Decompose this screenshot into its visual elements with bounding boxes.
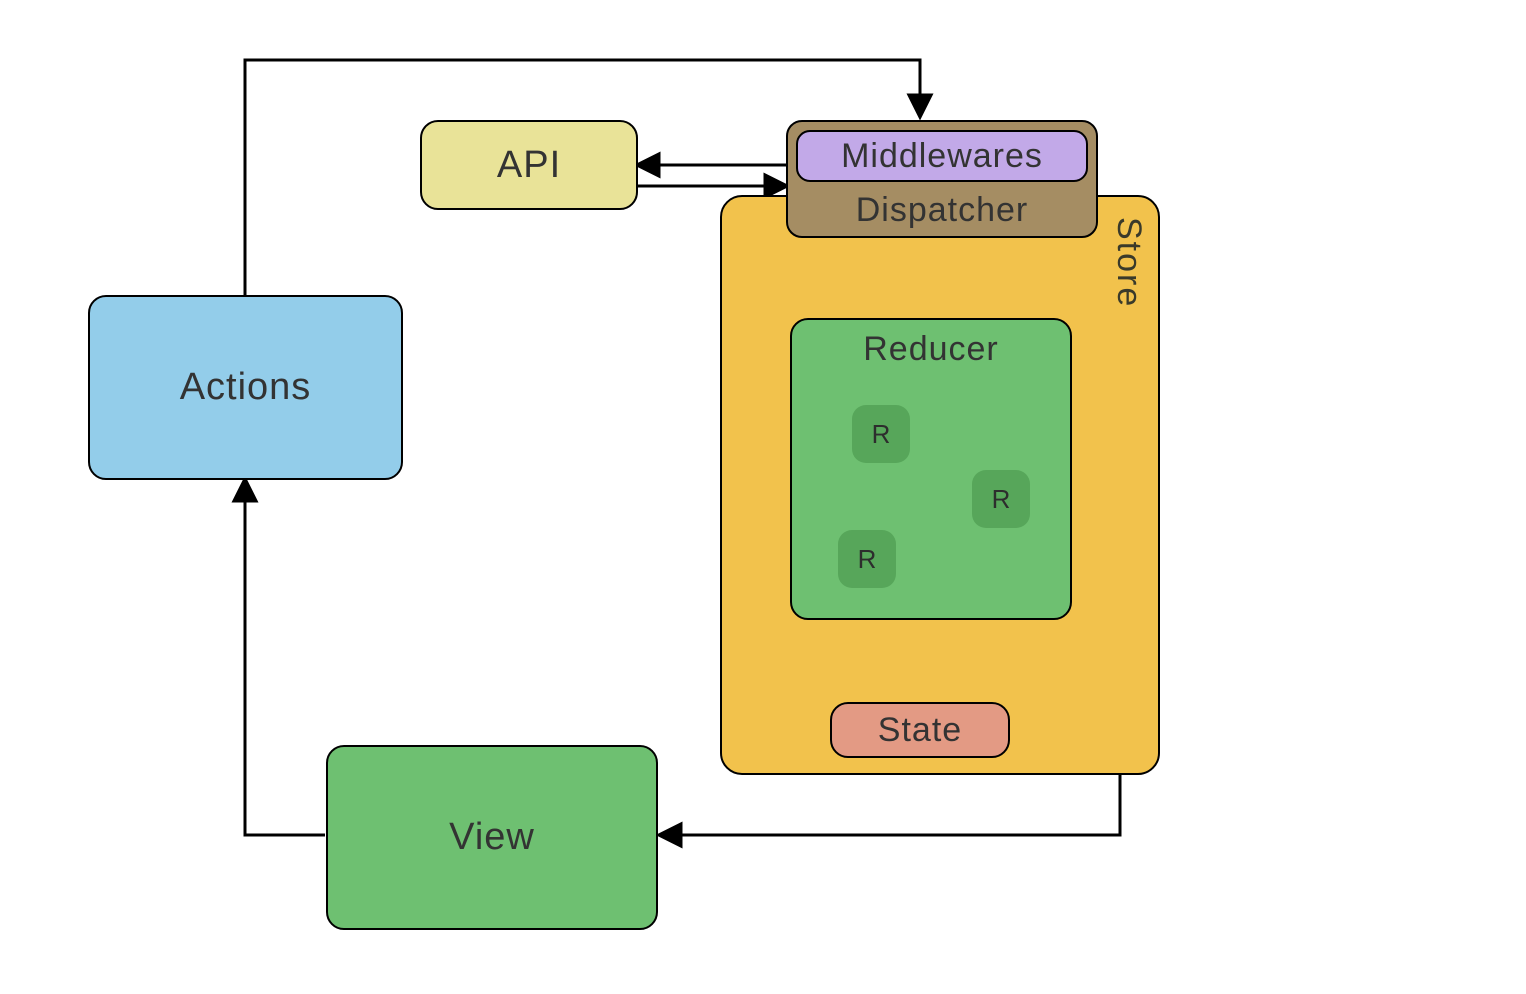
reducer-child-3: R (838, 530, 896, 588)
actions-label: Actions (180, 366, 312, 409)
reducer-child-1: R (852, 405, 910, 463)
view-box: View (326, 745, 658, 930)
state-box: State (830, 702, 1010, 758)
api-box: API (420, 120, 638, 210)
reducer-box: Reducer R R R (790, 318, 1072, 620)
reducer-child-1-label: R (872, 419, 891, 450)
store-label: Store (1109, 217, 1148, 308)
reducer-child-2-label: R (992, 484, 1011, 515)
reducer-child-2: R (972, 470, 1030, 528)
middlewares-box: Middlewares (796, 130, 1088, 182)
redux-flow-diagram: Store Dispatcher Middlewares API Actions… (0, 0, 1526, 994)
middlewares-label: Middlewares (841, 137, 1043, 176)
dispatcher-label: Dispatcher (856, 191, 1029, 230)
arrow-view-to-actions (245, 480, 325, 835)
reducer-child-3-label: R (858, 544, 877, 575)
actions-box: Actions (88, 295, 403, 480)
reducer-label: Reducer (863, 330, 999, 369)
state-label: State (878, 711, 962, 750)
api-label: API (497, 144, 561, 187)
view-label: View (449, 816, 535, 859)
